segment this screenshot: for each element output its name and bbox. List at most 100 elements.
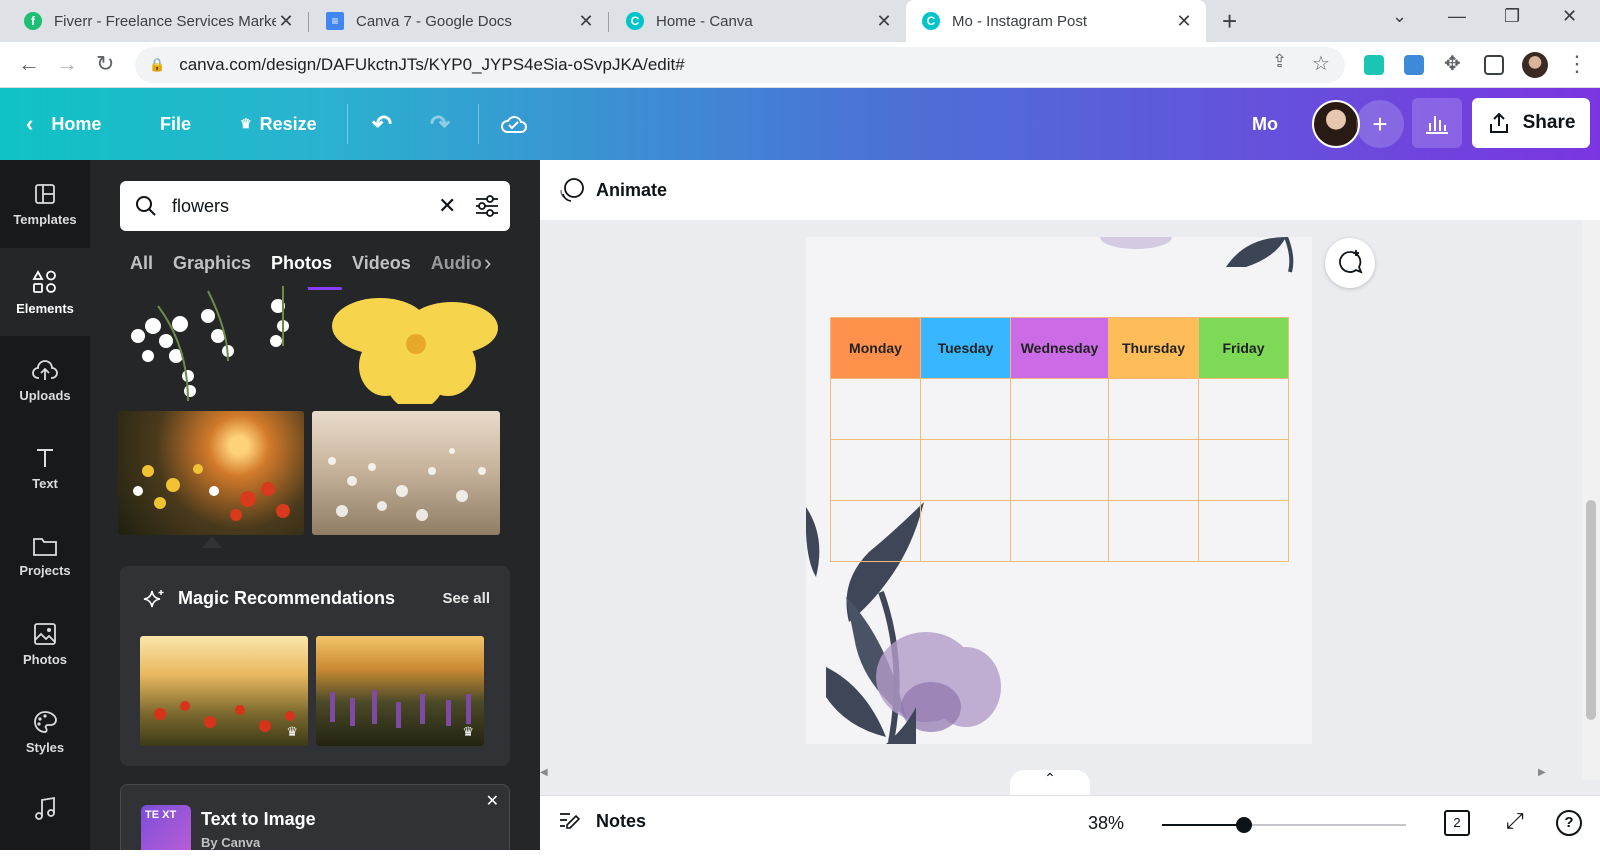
calendar-header-tuesday[interactable]: Tuesday (920, 317, 1011, 379)
calendar-header-friday[interactable]: Friday (1198, 317, 1289, 379)
tab-graphics[interactable]: Graphics (173, 250, 251, 290)
photo-white-field[interactable] (312, 411, 500, 535)
clear-search-icon[interactable]: ✕ (438, 193, 456, 219)
avatar[interactable] (1312, 100, 1360, 148)
vertical-scrollbar[interactable] (1582, 220, 1600, 780)
calendar-cell[interactable] (1108, 500, 1199, 562)
minimize-icon[interactable]: — (1448, 6, 1466, 27)
scroll-left-icon[interactable]: ◀ (540, 767, 548, 778)
close-icon[interactable]: ✕ (576, 11, 596, 32)
add-collaborator-button[interactable]: + (1356, 100, 1404, 148)
tab-search-icon[interactable]: ⌄ (1392, 6, 1407, 27)
photo-sunset-flowers[interactable] (118, 411, 304, 535)
close-icon[interactable]: ✕ (874, 11, 894, 32)
undo-icon[interactable]: ↶ (372, 88, 392, 160)
home-button[interactable]: ‹ Home (26, 88, 101, 160)
calendar-cell[interactable] (830, 439, 921, 501)
tab-audio[interactable]: Audio (431, 250, 482, 290)
share-button[interactable]: Share (1472, 98, 1590, 148)
rail-item-text[interactable]: Text (0, 424, 90, 512)
forward-icon[interactable]: → (56, 51, 78, 77)
photo-white-flowers[interactable] (118, 286, 308, 404)
redo-icon[interactable]: ↷ (430, 88, 450, 160)
scrollbar-thumb[interactable] (1586, 500, 1596, 720)
animate-button[interactable]: Animate (558, 176, 667, 204)
extension-translate-icon[interactable] (1404, 55, 1424, 75)
tab-photos[interactable]: Photos (261, 250, 343, 290)
close-icon[interactable]: ✕ (276, 11, 296, 32)
share-page-icon[interactable]: ⇪ (1272, 51, 1287, 72)
profile-avatar[interactable] (1522, 52, 1548, 78)
design-page[interactable]: Monday Tuesday Wednesday Thursday Friday (806, 237, 1312, 744)
restore-icon[interactable]: ❐ (1504, 6, 1520, 27)
fullscreen-icon[interactable]: ⤢ (1506, 808, 1524, 834)
help-button[interactable]: ? (1556, 810, 1582, 836)
extensions-puzzle-icon[interactable]: ✥ (1444, 51, 1461, 76)
zoom-level[interactable]: 38% (1088, 813, 1124, 834)
text-to-image-card[interactable]: TE XT Text to Image By Canva ✕ (120, 784, 510, 850)
design-title[interactable]: Mo (1252, 88, 1278, 160)
rail-item-audio[interactable] (0, 776, 90, 864)
notes-button[interactable]: Notes (558, 810, 646, 832)
scroll-right-icon[interactable]: ▶ (1538, 767, 1546, 778)
rail-item-elements[interactable]: Elements (0, 248, 90, 336)
calendar-cell[interactable] (1010, 500, 1109, 562)
browser-tab-canva-home[interactable]: C Home - Canva ✕ (610, 0, 906, 42)
rail-item-uploads[interactable]: Uploads (0, 336, 90, 424)
rail-item-styles[interactable]: Styles (0, 688, 90, 776)
calendar-cell[interactable] (830, 378, 921, 440)
filter-sliders-icon[interactable] (474, 194, 500, 218)
page-list-toggle[interactable]: ⌃ (1010, 770, 1090, 796)
calendar-cell[interactable] (1198, 378, 1289, 440)
zoom-slider[interactable] (1162, 817, 1406, 833)
file-menu-button[interactable]: File (160, 88, 191, 160)
browser-tab-fiverr[interactable]: f Fiverr - Freelance Services Marketplac… (8, 0, 308, 42)
url-field[interactable]: 🔒 canva.com/design/DAFUkctnJTs/KYP0_JYPS… (135, 47, 1345, 83)
tab-videos[interactable]: Videos (352, 250, 411, 290)
tab-title: Mo - Instagram Post (952, 12, 1088, 30)
recommendation-poppy-field[interactable]: ♛ (140, 636, 308, 746)
zoom-slider-handle[interactable] (1236, 817, 1252, 833)
browser-tab-active[interactable]: C Mo - Instagram Post ✕ (906, 0, 1206, 42)
rail-item-photos[interactable]: Photos (0, 600, 90, 688)
calendar-cell[interactable] (1198, 500, 1289, 562)
close-icon[interactable]: ✕ (486, 791, 499, 811)
calendar-header-wednesday[interactable]: Wednesday (1010, 317, 1109, 379)
extension-download-icon[interactable] (1364, 55, 1384, 75)
calendar-header-monday[interactable]: Monday (830, 317, 921, 379)
insights-button[interactable] (1412, 98, 1462, 148)
calendar-cell[interactable] (830, 500, 921, 562)
calendar-cell[interactable] (1010, 378, 1109, 440)
new-tab-icon[interactable]: + (1222, 6, 1237, 37)
photo-yellow-flower[interactable] (330, 286, 500, 410)
see-all-link[interactable]: See all (442, 590, 490, 607)
rail-item-projects[interactable]: Projects (0, 512, 90, 600)
window-close-icon[interactable]: ✕ (1562, 6, 1577, 27)
canva-icon: C (626, 12, 644, 30)
menu-dots-icon[interactable]: ⋮ (1566, 51, 1588, 77)
close-icon[interactable]: ✕ (1174, 11, 1194, 32)
calendar-cell[interactable] (1108, 439, 1199, 501)
reload-icon[interactable]: ↻ (96, 51, 114, 77)
recommendation-lupine-field[interactable]: ♛ (316, 636, 484, 746)
calendar-cell[interactable] (1198, 439, 1289, 501)
back-icon[interactable]: ← (18, 51, 40, 77)
resize-button[interactable]: ♛ Resize (240, 88, 317, 160)
bookmark-star-icon[interactable]: ☆ (1312, 51, 1330, 76)
side-panel-icon[interactable] (1484, 55, 1504, 75)
search-input[interactable] (172, 195, 412, 217)
browser-tab-docs[interactable]: ≡ Canva 7 - Google Docs ✕ (310, 0, 608, 42)
add-comment-button[interactable] (1325, 238, 1375, 288)
calendar-cell[interactable] (920, 439, 1011, 501)
calendar-cell[interactable] (1108, 378, 1199, 440)
calendar-cell[interactable] (920, 500, 1011, 562)
rail-item-templates[interactable]: Templates (0, 160, 90, 248)
cloud-saved-icon[interactable] (500, 88, 528, 160)
page-count-button[interactable]: 2 (1444, 810, 1470, 836)
weekly-calendar-table[interactable]: Monday Tuesday Wednesday Thursday Friday (830, 317, 1289, 562)
tabs-scroll-right-icon[interactable]: › (484, 250, 491, 276)
tab-all[interactable]: All (130, 250, 153, 290)
calendar-header-thursday[interactable]: Thursday (1108, 317, 1199, 379)
calendar-cell[interactable] (920, 378, 1011, 440)
calendar-cell[interactable] (1010, 439, 1109, 501)
